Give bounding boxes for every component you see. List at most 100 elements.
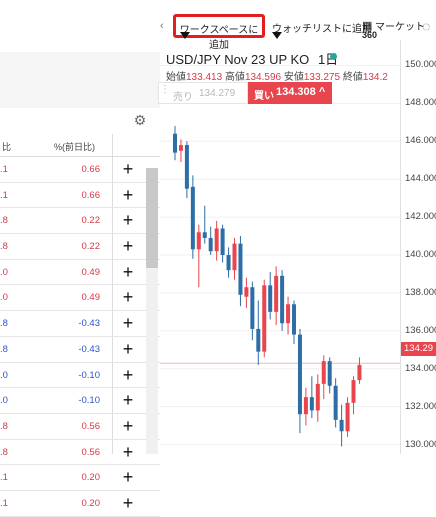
- candle-body: [244, 287, 249, 297]
- close-label: 終値: [342, 72, 363, 83]
- candle-body: [357, 364, 362, 381]
- sell-button[interactable]: 売り 134.279: [158, 82, 248, 104]
- candle: [351, 376, 356, 415]
- candle-body: [220, 228, 225, 255]
- table-row[interactable]: .0 -0.10 +: [0, 363, 160, 389]
- candle: [202, 205, 207, 244]
- candle-body: [268, 285, 273, 312]
- candle-body: [232, 243, 237, 271]
- candle-body: [262, 285, 267, 352]
- candle-body: [292, 304, 296, 335]
- price-axis[interactable]: 150.000 148.000 146.000 144.000 142.000 140.0…: [400, 40, 436, 454]
- buy-button[interactable]: 買い 134.308 ^: [248, 82, 332, 104]
- table-row[interactable]: .1 0.66 +: [0, 183, 160, 209]
- candle-body: [303, 397, 308, 415]
- candle-body: [321, 361, 326, 384]
- candle: [274, 266, 279, 326]
- drag-handle-icon[interactable]: ⋮: [160, 84, 170, 95]
- table-row[interactable]: .8 0.22 +: [0, 208, 160, 235]
- symbol-title[interactable]: USD/JPY Nov 23 UP KO 1日: [166, 49, 338, 68]
- back-icon[interactable]: ‹: [160, 20, 164, 32]
- candle: [262, 279, 267, 358]
- gear-icon[interactable]: ⚙: [132, 112, 148, 128]
- table-row[interactable]: .1 0.66 +: [0, 157, 160, 183]
- scrollbar-thumb[interactable]: [146, 168, 158, 268]
- add-icon[interactable]: +: [118, 185, 138, 205]
- add-icon[interactable]: +: [118, 467, 138, 487]
- candle: [268, 272, 273, 320]
- y-tick-label: 138.000: [405, 286, 436, 298]
- market-360-label: 360: [362, 30, 378, 40]
- table-row[interactable]: .8 0.56 +: [0, 440, 160, 466]
- y-tick-label: 136.000: [405, 324, 436, 336]
- sell-price: 134.279: [199, 88, 236, 99]
- candle-body: [351, 380, 356, 403]
- change-value: .8: [0, 343, 8, 355]
- change-value: .8: [0, 420, 8, 432]
- candle: [256, 300, 261, 365]
- add-to-watchlist-button[interactable]: ウォッチリストに追加: [272, 20, 372, 35]
- percent-change-value: 0.49: [81, 292, 101, 304]
- add-icon[interactable]: +: [118, 493, 138, 513]
- table-row[interactable]: .8 0.56 +: [0, 414, 160, 440]
- change-value: .1: [0, 472, 8, 484]
- percent-change-value: -0.43: [78, 318, 100, 330]
- add-icon[interactable]: +: [118, 339, 138, 359]
- watchlist-top-area: [0, 0, 160, 52]
- percent-change-value: 0.20: [81, 497, 101, 509]
- candle-body: [196, 232, 201, 250]
- candle-body: [333, 385, 338, 420]
- candle: [357, 357, 362, 384]
- watchlist-column-headers: 比 %(前日比): [0, 134, 160, 157]
- add-icon[interactable]: +: [118, 442, 138, 462]
- y-tick-label: 146.000: [405, 135, 436, 147]
- change-value: .1: [0, 164, 8, 175]
- change-value: .0: [0, 266, 8, 278]
- add-icon[interactable]: +: [118, 390, 138, 410]
- table-row[interactable]: .8 -0.43 +: [0, 311, 160, 337]
- candle-body: [250, 287, 255, 329]
- chevron-down-icon[interactable]: [180, 32, 190, 39]
- candle-body: [202, 232, 207, 238]
- add-icon[interactable]: +: [118, 262, 138, 282]
- percent-change-value: 0.56: [81, 446, 101, 458]
- add-icon[interactable]: +: [118, 236, 138, 256]
- column-header-percent: %(前日比): [54, 142, 95, 152]
- change-value: .8: [0, 446, 8, 458]
- table-row[interactable]: .1 0.20 +: [0, 491, 160, 517]
- table-row[interactable]: .1 0.20 +: [0, 465, 160, 491]
- percent-change-value: -0.43: [78, 343, 100, 355]
- watchlist-panel: ⚙ 比 %(前日比) .1 0.66 + .1 0.66 + .8 0.22 + .8 0.22 +.…: [0, 0, 160, 517]
- y-tick-label: 148.000: [405, 97, 436, 109]
- close-value: 134.2: [362, 72, 388, 83]
- more-icon[interactable]: ◌: [422, 18, 430, 34]
- add-icon[interactable]: +: [118, 313, 138, 333]
- change-value: .0: [0, 395, 8, 407]
- table-row[interactable]: .0 0.49 +: [0, 285, 160, 312]
- percent-change-value: -0.10: [78, 395, 100, 407]
- candle-body: [214, 228, 219, 252]
- table-row[interactable]: .0 -0.10 +: [0, 388, 160, 414]
- change-value: .0: [0, 292, 8, 304]
- candle-body: [173, 133, 177, 153]
- add-icon[interactable]: +: [118, 287, 138, 307]
- table-row[interactable]: .0 0.49 +: [0, 260, 160, 286]
- candle: [297, 328, 302, 434]
- candle: [315, 374, 320, 422]
- market-status-dot: [330, 53, 337, 60]
- candle: [208, 226, 213, 255]
- table-row[interactable]: .8 -0.43 +: [0, 337, 160, 363]
- percent-change-value: -0.10: [78, 369, 100, 381]
- candle: [190, 175, 195, 259]
- add-icon[interactable]: +: [118, 416, 138, 436]
- market-button[interactable]: マーケット: [375, 18, 425, 33]
- y-tick-label: 132.000: [405, 400, 436, 412]
- chevron-down-icon[interactable]: [272, 32, 282, 39]
- add-icon[interactable]: +: [118, 159, 138, 179]
- table-row[interactable]: .8 0.22 +: [0, 234, 160, 260]
- candle: [333, 378, 338, 428]
- candle: [220, 224, 225, 263]
- add-icon[interactable]: +: [118, 210, 138, 230]
- candle-body: [280, 275, 285, 324]
- add-icon[interactable]: +: [118, 365, 138, 385]
